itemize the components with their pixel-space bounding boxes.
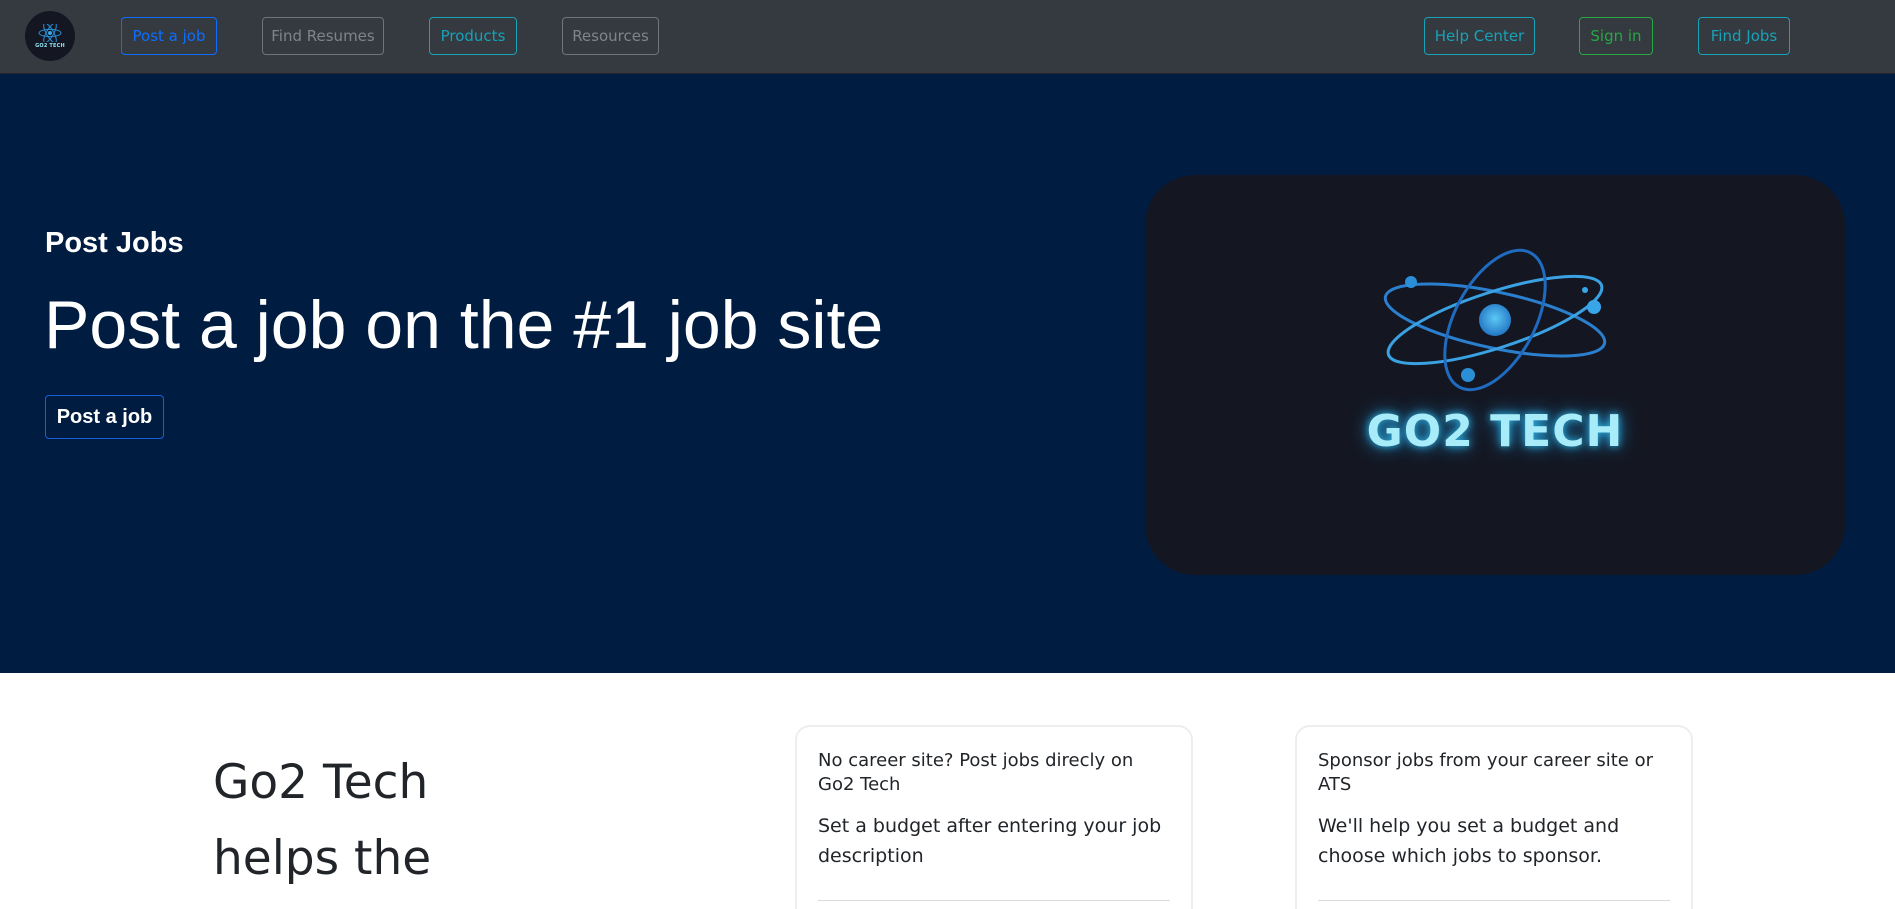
atom-icon <box>38 23 62 42</box>
card-text: We'll help you set a budget and choose w… <box>1318 815 1620 867</box>
brand-image: GO2 TECH <box>1145 175 1845 575</box>
products-button[interactable]: Products <box>429 17 517 55</box>
card-text: Set a budget after entering your job des… <box>818 815 1162 867</box>
resources-button[interactable]: Resources <box>562 17 659 55</box>
hero-eyebrow: Post Jobs <box>45 227 184 259</box>
hero-post-job-button[interactable]: Post a job <box>45 395 164 439</box>
lower-heading: Go2 Tech helps the <box>213 755 432 886</box>
post-a-job-nav-button[interactable]: Post a job <box>121 17 217 55</box>
card-title: Sponsor jobs from your career site or AT… <box>1318 750 1653 795</box>
career-site-card: No career site? Post jobs direcly on Go2… <box>795 725 1193 909</box>
atom-icon <box>1383 248 1607 392</box>
card-divider <box>1318 900 1670 901</box>
logo-text: GO2 TECH <box>35 42 65 49</box>
hero-title: Post a job on the #1 job site <box>44 287 884 363</box>
sign-in-button[interactable]: Sign in <box>1579 17 1653 55</box>
help-center-button[interactable]: Help Center <box>1424 17 1535 55</box>
sponsor-jobs-card: Sponsor jobs from your career site or AT… <box>1295 725 1693 909</box>
find-jobs-button[interactable]: Find Jobs <box>1698 17 1790 55</box>
brand-logo[interactable]: GO2 TECH <box>25 11 75 61</box>
brand-image-text: GO2 TECH <box>1366 406 1624 457</box>
hero-section: Post Jobs Post a job on the #1 job site … <box>0 74 1895 673</box>
find-resumes-button[interactable]: Find Resumes <box>262 17 384 55</box>
card-title: No career site? Post jobs direcly on Go2… <box>818 750 1134 795</box>
card-divider <box>818 900 1170 901</box>
top-navbar: GO2 TECH Post a job Find Resumes Product… <box>0 0 1895 74</box>
